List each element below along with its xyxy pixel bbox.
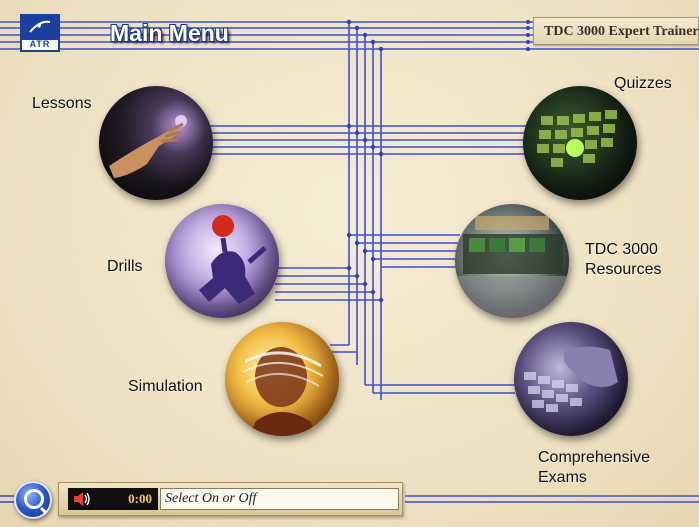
resources-label-line1: TDC 3000 bbox=[585, 241, 658, 258]
lessons-globe-button[interactable] bbox=[99, 86, 213, 200]
speaker-icon[interactable] bbox=[72, 491, 92, 507]
resources-label-line2: Resources bbox=[585, 261, 662, 278]
status-prompt: Select On or Off bbox=[165, 491, 257, 506]
exams-globe-button[interactable] bbox=[514, 322, 628, 436]
keyboard-hand-image bbox=[524, 346, 618, 412]
drills-label[interactable]: Drills bbox=[107, 257, 143, 277]
quizzes-globe-button[interactable] bbox=[523, 86, 637, 200]
exams-label-line2: Exams bbox=[538, 469, 587, 486]
hand-image bbox=[109, 115, 187, 178]
simulation-globe-button[interactable] bbox=[225, 322, 339, 436]
page-title: Main Menu bbox=[110, 20, 229, 46]
head-image bbox=[242, 347, 324, 436]
quizzes-label[interactable]: Quizzes bbox=[614, 74, 672, 94]
control-room-image bbox=[455, 216, 569, 318]
exams-label-line1: Comprehensive bbox=[538, 449, 651, 466]
resources-label[interactable]: TDC 3000 Resources bbox=[585, 240, 661, 280]
drills-globe-button[interactable] bbox=[165, 204, 279, 318]
main-menu-screen: ATR Main Menu TDC 3000 Expert Trainer Le… bbox=[0, 0, 699, 527]
atr-logo-icon: ATR bbox=[20, 14, 60, 52]
product-title: TDC 3000 Expert Trainer bbox=[544, 24, 699, 39]
audio-panel[interactable]: 0:00 bbox=[68, 488, 158, 510]
exams-label[interactable]: Comprehensive Exams bbox=[538, 448, 650, 488]
lessons-label[interactable]: Lessons bbox=[32, 94, 92, 114]
home-globe-button[interactable] bbox=[14, 481, 52, 519]
athlete-image bbox=[199, 215, 267, 304]
keypad-image bbox=[537, 110, 617, 167]
resources-globe-button[interactable] bbox=[455, 204, 569, 318]
logo-text: ATR bbox=[29, 39, 51, 49]
prompt-box: Select On or Off bbox=[160, 488, 399, 510]
simulation-label[interactable]: Simulation bbox=[128, 377, 203, 397]
search-globe-icon bbox=[24, 489, 44, 509]
audio-time: 0:00 bbox=[128, 491, 152, 506]
product-title-box: TDC 3000 Expert Trainer bbox=[533, 17, 699, 45]
